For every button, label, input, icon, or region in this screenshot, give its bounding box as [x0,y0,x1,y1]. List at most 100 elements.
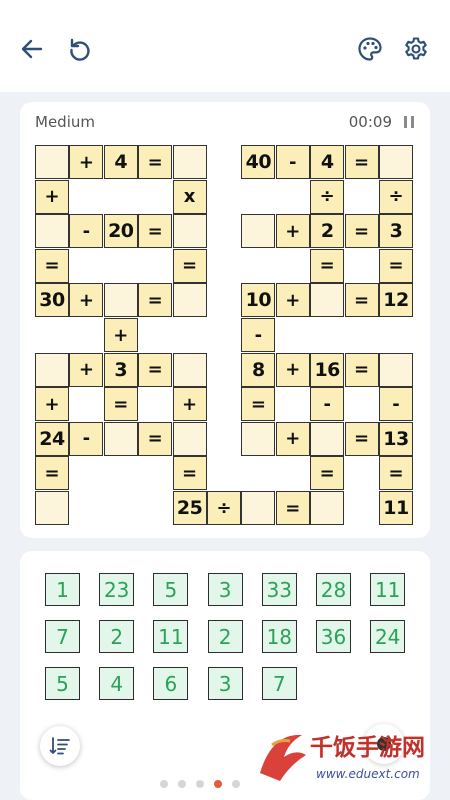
operator-cell: - [310,387,345,422]
settings-button[interactable] [398,31,434,67]
operator-cell: = [138,352,173,387]
number-tile[interactable]: 5 [153,573,189,606]
number-tile[interactable]: 6 [153,667,189,701]
number-tile[interactable]: 3 [207,573,243,606]
operator-cell: = [35,248,69,283]
operator-cell: = [344,352,379,387]
operator-cell: + [275,214,310,249]
empty-cell[interactable] [172,214,207,249]
number-cell: 12 [379,283,413,318]
operator-cell: = [310,456,345,491]
operator-cell: = [138,283,173,318]
operator-cell: = [275,491,310,525]
empty-cell[interactable] [310,421,345,456]
page-dot[interactable] [232,780,240,788]
number-tile[interactable]: 2 [99,620,135,654]
number-tile[interactable]: 28 [316,573,351,606]
number-cell: 2 [310,214,345,249]
empty-cell[interactable] [241,421,276,456]
number-tile[interactable]: 11 [153,620,189,654]
page-dot[interactable] [214,780,222,788]
operator-cell: = [172,456,207,491]
page-dot[interactable] [196,780,204,788]
empty-cell[interactable] [172,145,207,179]
number-tile[interactable]: 33 [261,573,297,606]
number-cell: 25 [172,491,207,525]
page-indicator [160,780,240,788]
number-cell: 3 [103,352,138,387]
operator-cell: = [138,145,173,179]
number-tile[interactable]: 4 [99,667,135,701]
number-tile[interactable]: 23 [99,573,135,606]
empty-cell[interactable] [35,214,69,249]
empty-cell[interactable] [103,283,138,318]
operator-cell: = [379,456,413,491]
operator-cell: + [103,318,138,352]
sort-descending-icon [49,737,70,755]
page-dot[interactable] [178,780,186,788]
timer: 00:09 [348,113,392,131]
empty-cell[interactable] [172,421,207,456]
number-tile[interactable]: 5 [45,667,80,701]
watermark-logo: 千饭手游网 www.eduext.com [260,734,425,781]
pause-icon[interactable] [404,116,414,128]
operator-cell: = [344,145,379,179]
operator-cell: = [172,248,207,283]
empty-cell[interactable] [103,421,138,456]
operator-cell: = [138,421,173,456]
operator-cell: = [310,248,345,283]
empty-cell[interactable] [379,352,413,387]
number-cell: 11 [379,491,413,525]
watermark-brand: 千饭手游网 [310,734,425,761]
operator-cell: = [344,421,379,456]
operator-cell: + [275,283,310,318]
sort-button[interactable] [40,726,80,766]
operator-cell: x [172,179,207,214]
operator-cell: + [69,352,104,387]
number-cell: 4 [103,145,138,179]
operator-cell: = [379,248,413,283]
empty-cell[interactable] [310,283,345,318]
operator-cell: + [69,145,104,179]
operator-cell: - [379,387,413,422]
number-tile[interactable]: 7 [45,620,80,654]
number-tile[interactable]: 2 [207,620,243,654]
operator-cell: ÷ [310,179,345,214]
page-dot[interactable] [160,780,168,788]
number-cell: 24 [35,421,69,456]
restart-icon [70,38,90,61]
operator-cell: = [35,456,69,491]
number-cell: 40 [241,145,276,179]
operator-cell: ÷ [207,491,241,525]
arrow-left-icon [21,39,43,59]
operator-cell: - [69,214,104,249]
operator-cell: - [275,145,310,179]
number-cell: 16 [310,352,345,387]
restart-button[interactable] [62,31,98,67]
number-tile[interactable]: 24 [370,620,406,654]
operator-cell: + [69,283,104,318]
number-tile[interactable]: 3 [207,667,243,701]
empty-cell[interactable] [35,491,69,525]
theme-button[interactable] [352,31,388,67]
empty-cell[interactable] [379,145,413,179]
number-tile[interactable]: 11 [370,573,406,606]
number-tile[interactable]: 36 [316,620,351,654]
operator-cell: + [35,179,69,214]
empty-cell[interactable] [172,283,207,318]
operator-cell: = [103,387,138,422]
back-button[interactable] [14,31,50,67]
operator-cell: - [241,318,276,352]
number-cell: 3 [379,214,413,249]
empty-cell[interactable] [35,145,69,179]
empty-cell[interactable] [35,352,69,387]
empty-cell[interactable] [241,214,276,249]
number-cell: 10 [241,283,276,318]
number-tile[interactable]: 18 [261,620,297,654]
operator-cell: + [172,387,207,422]
empty-cell[interactable] [241,491,276,525]
empty-cell[interactable] [172,352,207,387]
empty-cell[interactable] [310,491,345,525]
number-tile[interactable]: 1 [45,573,80,606]
number-tile[interactable]: 7 [261,667,297,701]
